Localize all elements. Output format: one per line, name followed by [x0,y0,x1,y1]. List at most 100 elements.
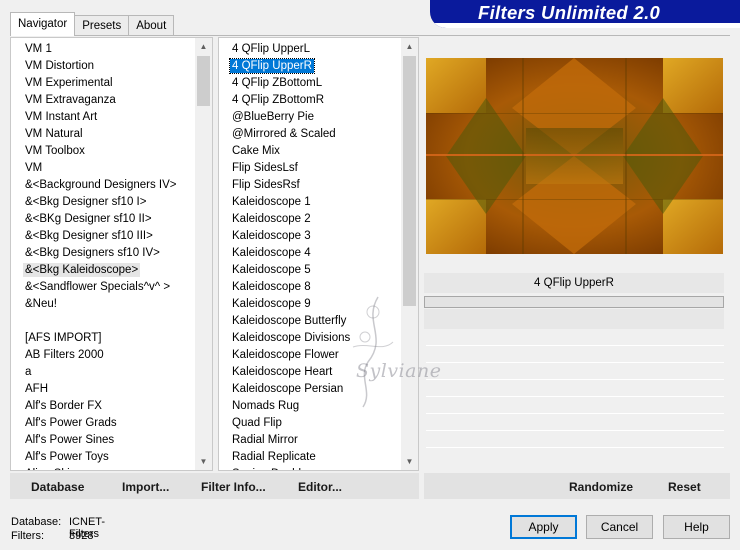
category-item[interactable]: &<Background Designers IV> [11,177,195,194]
filter-item[interactable]: Kaleidoscope 1 [219,194,401,211]
category-item[interactable]: &<Bkg Kaleidoscope> [11,262,195,279]
category-item-label: VM Toolbox [25,145,85,157]
scrollbar-thumb[interactable] [403,56,416,306]
filter-item-label: Kaleidoscope 4 [232,247,311,259]
filter-item-label: Kaleidoscope 2 [232,213,311,225]
divider [426,430,724,431]
title-banner: Filters Unlimited 2.0 [430,0,740,28]
category-item[interactable]: VM Natural [11,126,195,143]
filter-item[interactable]: Kaleidoscope 5 [219,262,401,279]
app-title: Filters Unlimited 2.0 [478,2,661,23]
category-item[interactable] [11,313,195,330]
category-item[interactable]: Alf's Power Grads [11,415,195,432]
parameter-area [424,309,724,329]
filter-item[interactable]: Kaleidoscope 2 [219,211,401,228]
preview-actions-bar: Randomize Reset [424,473,730,499]
category-item[interactable]: VM 1 [11,41,195,58]
filter-item[interactable]: Quad Flip [219,415,401,432]
category-item-label: &<Bkg Designer sf10 III> [25,230,153,242]
filter-count-info: Filters: 3928 [11,530,93,542]
editor-button[interactable]: Editor... [298,480,342,494]
category-item[interactable]: &<Bkg Designer sf10 III> [11,228,195,245]
category-item[interactable]: AFH [11,381,195,398]
category-item[interactable]: &<Bkg Designer sf10 I> [11,194,195,211]
category-item[interactable]: VM Distortion [11,58,195,75]
scroll-up-arrow-icon[interactable]: ▲ [195,38,212,55]
filter-item[interactable]: @Mirrored & Scaled [219,126,401,143]
category-item[interactable]: Alf's Border FX [11,398,195,415]
divider [426,345,724,346]
category-item-label: Alf's Border FX [25,400,102,412]
category-item[interactable]: &<BKg Designer sf10 II> [11,211,195,228]
scroll-down-arrow-icon[interactable]: ▼ [401,453,418,470]
category-scrollbar[interactable]: ▲ ▼ [195,38,212,470]
filter-item[interactable]: Radial Replicate [219,449,401,466]
filter-item[interactable]: @BlueBerry Pie [219,109,401,126]
category-item[interactable]: VM Experimental [11,75,195,92]
category-item[interactable]: &<Sandflower Specials^v^ > [11,279,195,296]
tab-about[interactable]: About [128,15,175,36]
filter-item-label: Flip SidesLsf [232,162,298,174]
filter-item[interactable]: 4 QFlip ZBottomR [219,92,401,109]
filters-label: Filters: [11,530,44,542]
scrollbar-thumb[interactable] [197,56,210,106]
category-item[interactable]: Alf's Power Toys [11,449,195,466]
category-item[interactable]: VM Toolbox [11,143,195,160]
category-item-label: a [25,366,32,378]
category-item-label: &<Bkg Designer sf10 I> [25,196,147,208]
scroll-up-arrow-icon[interactable]: ▲ [401,38,418,55]
filter-item-label: Flip SidesRsf [232,179,300,191]
filter-item-label: 4 QFlip UpperR [229,58,315,74]
filter-item[interactable]: Kaleidoscope 4 [219,245,401,262]
filter-item-label: Radial Mirror [232,434,298,446]
import-button[interactable]: Import... [122,480,169,494]
list-actions-bar: Database Import... Filter Info... Editor… [10,473,419,499]
category-item[interactable]: VM Extravaganza [11,92,195,109]
category-list[interactable]: VM 1 VM Distortion VM Experimental VM Extra… [11,41,195,470]
filter-item-label: Kaleidoscope Heart [232,366,333,378]
filter-item-label: Kaleidoscope 9 [232,298,311,310]
reset-button[interactable]: Reset [668,480,701,494]
tab-presets[interactable]: Presets [74,15,130,36]
help-button[interactable]: Help [663,515,730,539]
divider [426,413,724,414]
category-item[interactable]: Alien Skin [11,466,195,470]
filter-item[interactable]: Seeing Double [219,466,401,470]
filter-item[interactable]: Kaleidoscope 3 [219,228,401,245]
filter-item[interactable]: 4 QFlip ZBottomL [219,75,401,92]
randomize-button[interactable]: Randomize [569,480,633,494]
filter-item[interactable]: Flip SidesRsf [219,177,401,194]
category-item-label: VM Instant Art [25,111,98,123]
database-button[interactable]: Database [31,480,84,494]
category-item-label: VM 1 [25,43,52,55]
database-info: Database: ICNET-Filters [11,516,105,540]
parameter-slider[interactable] [424,296,724,308]
filter-item[interactable]: 4 QFlip UpperR [219,58,401,75]
filter-item[interactable]: Radial Mirror [219,432,401,449]
filter-item-label: Kaleidoscope Persian [232,383,344,395]
category-item[interactable]: [AFS IMPORT] [11,330,195,347]
category-item[interactable]: VM Instant Art [11,109,195,126]
filter-item-label: Seeing Double [230,467,309,470]
category-item-label: VM Experimental [25,77,113,89]
filter-item-label: Nomads Rug [232,400,300,412]
apply-button[interactable]: Apply [510,515,577,539]
filter-item[interactable]: 4 QFlip UpperL [219,41,401,58]
category-item[interactable]: &<Bkg Designers sf10 IV> [11,245,195,262]
category-item[interactable]: AB Filters 2000 [11,347,195,364]
filter-item[interactable]: Flip SidesLsf [219,160,401,177]
cancel-button[interactable]: Cancel [586,515,653,539]
scroll-down-arrow-icon[interactable]: ▼ [195,453,212,470]
filter-item[interactable]: Cake Mix [219,143,401,160]
category-item[interactable]: a [11,364,195,381]
category-item[interactable]: &Neu! [11,296,195,313]
category-item[interactable]: VM [11,160,195,177]
category-item-label: Alf's Power Sines [25,434,115,446]
tab-navigator[interactable]: Navigator [10,12,76,36]
divider [426,396,724,397]
divider [426,447,724,448]
filter-info-button[interactable]: Filter Info... [201,480,266,494]
category-item-label: &<Bkg Designers sf10 IV> [25,247,160,259]
category-item[interactable]: Alf's Power Sines [11,432,195,449]
category-item-label: &<BKg Designer sf10 II> [25,213,152,225]
